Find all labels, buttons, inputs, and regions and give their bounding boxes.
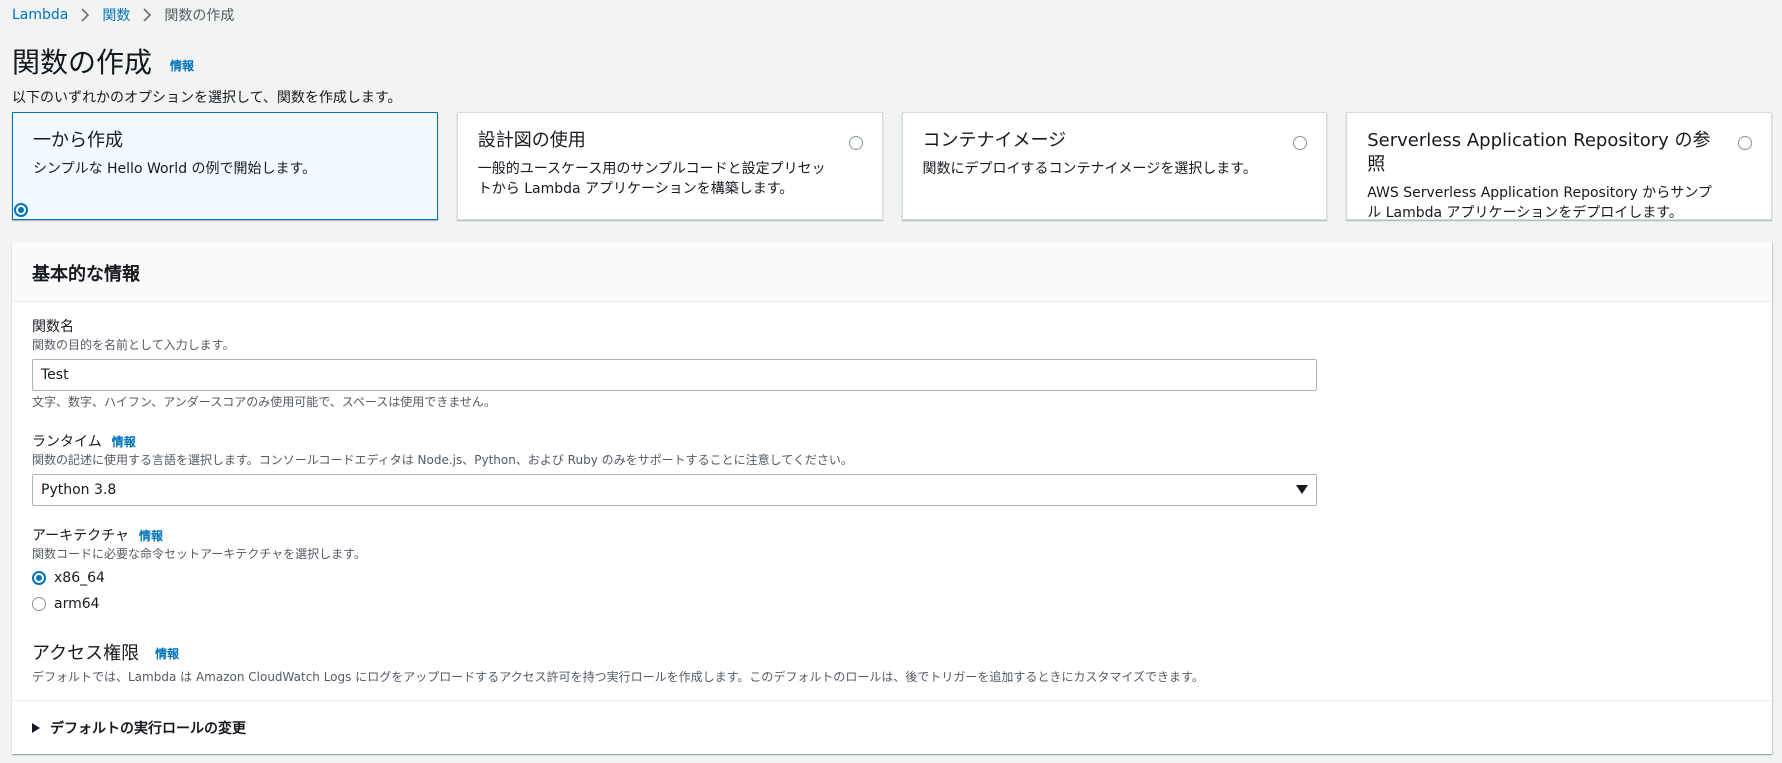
permissions-info-link[interactable]: 情報 [155, 642, 179, 666]
radio-unselected-icon[interactable] [848, 136, 863, 150]
option-description: AWS Serverless Application Repository から… [1367, 185, 1712, 221]
runtime-select[interactable]: Python 3.8 [32, 474, 1317, 506]
caret-down-icon [1296, 485, 1308, 494]
option-title: 一から作成 [33, 130, 123, 151]
breadcrumb: Lambda 関数 関数の作成 [12, 5, 234, 25]
architecture-info-link[interactable]: 情報 [139, 526, 163, 546]
info-link[interactable]: 情報 [170, 57, 194, 74]
architecture-field: アーキテクチャ 情報 関数コードに必要な命令セットアーキテクチャを選択します。 … [32, 526, 366, 614]
change-default-role-expander[interactable]: デフォルトの実行ロールの変更 [12, 700, 1772, 754]
option-description: 関数にデプロイするコンテナイメージを選択します。 [922, 161, 1257, 177]
page-title: 関数の作成 [12, 46, 153, 79]
option-title: コンテナイメージ [922, 130, 1067, 151]
architecture-label-row: アーキテクチャ 情報 [32, 526, 366, 546]
permissions-section: アクセス権限 情報 デフォルトでは、Lambda は Amazon CloudW… [32, 642, 1204, 685]
page-header: 関数の作成 情報 [12, 44, 194, 82]
architecture-option-x86-64[interactable]: x86_64 [32, 568, 366, 588]
radio-selected-icon[interactable] [14, 203, 28, 217]
option-use-blueprint[interactable]: 設計図の使用 一般的ユースケース用のサンプルコードと設定プリセットから Lamb… [456, 112, 883, 220]
page: Lambda 関数 関数の作成 関数の作成 情報 以下のいずれかのオプションを選… [0, 0, 1782, 763]
option-author-from-scratch[interactable]: 一から作成 シンプルな Hello World の例で開始します。 [12, 112, 438, 220]
basic-info-panel: 基本的な情報 関数名 関数の目的を名前として入力します。 文字、数字、ハイフン、… [12, 242, 1772, 754]
radio-unselected-icon[interactable] [32, 597, 46, 611]
runtime-description: 関数の記述に使用する言語を選択します。コンソールコードエディタは Node.js… [32, 453, 853, 467]
page-description: 以下のいずれかのオプションを選択して、関数を作成します。 [12, 90, 402, 106]
function-name-field: 関数名 関数の目的を名前として入力します。 文字、数字、ハイフン、アンダースコア… [32, 317, 1317, 410]
option-description: シンプルな Hello World の例で開始します。 [33, 161, 317, 177]
panel-title: 基本的な情報 [32, 264, 140, 285]
caret-right-icon [32, 722, 40, 733]
runtime-field: ランタイム 情報 関数の記述に使用する言語を選択します。コンソールコードエディタ… [32, 432, 1317, 506]
function-name-constraint: 文字、数字、ハイフン、アンダースコアのみ使用可能で、スペースは使用できません。 [32, 395, 496, 409]
radio-selected-icon[interactable] [32, 571, 46, 585]
breadcrumb-link-lambda[interactable]: Lambda [12, 7, 68, 23]
runtime-label: ランタイム [32, 434, 102, 450]
architecture-label: アーキテクチャ [32, 528, 130, 544]
function-name-description: 関数の目的を名前として入力します。 [32, 338, 235, 352]
creation-options: 一から作成 シンプルな Hello World の例で開始します。 設計図の使用… [12, 112, 1772, 221]
breadcrumb-link-functions[interactable]: 関数 [102, 5, 130, 25]
architecture-option-label: x86_64 [54, 570, 105, 586]
chevron-right-icon [139, 7, 155, 23]
option-container-image[interactable]: コンテナイメージ 関数にデプロイするコンテナイメージを選択します。 [901, 112, 1328, 220]
option-serverless-app-repo[interactable]: Serverless Application Repository の参照 AW… [1346, 112, 1772, 221]
option-title: Serverless Application Repository の参照 [1367, 130, 1711, 175]
option-title: 設計図の使用 [477, 130, 586, 151]
function-name-input[interactable] [32, 359, 1317, 391]
runtime-info-link[interactable]: 情報 [112, 432, 136, 452]
expander-label: デフォルトの実行ロールの変更 [50, 720, 246, 737]
option-description: 一般的ユースケース用のサンプルコードと設定プリセットから Lambda アプリケ… [477, 161, 826, 197]
permissions-title: アクセス権限 [32, 643, 140, 664]
radio-unselected-icon[interactable] [1738, 136, 1752, 150]
chevron-right-icon [77, 7, 93, 23]
runtime-selected-value: Python 3.8 [41, 482, 117, 498]
panel-header: 基本的な情報 [12, 242, 1772, 302]
architecture-description: 関数コードに必要な命令セットアーキテクチャを選択します。 [32, 547, 366, 561]
permissions-description: デフォルトでは、Lambda は Amazon CloudWatch Logs … [32, 670, 1204, 684]
breadcrumb-current: 関数の作成 [164, 8, 235, 24]
architecture-option-label: arm64 [54, 596, 100, 612]
function-name-label: 関数名 [32, 319, 74, 335]
runtime-label-row: ランタイム 情報 [32, 432, 1317, 452]
radio-unselected-icon[interactable] [1293, 136, 1308, 150]
permissions-title-row: アクセス権限 情報 [32, 642, 1204, 666]
architecture-option-arm64[interactable]: arm64 [32, 594, 366, 614]
